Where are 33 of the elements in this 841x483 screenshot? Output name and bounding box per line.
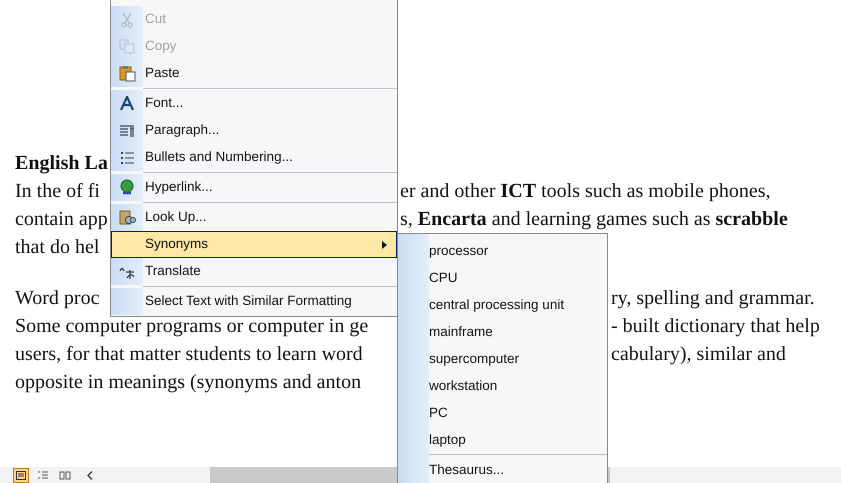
globe-link-icon	[118, 179, 136, 196]
scissors-icon	[120, 12, 134, 28]
menu-item[interactable]: workstation	[425, 376, 502, 396]
normal-view-icon[interactable]	[13, 468, 29, 482]
paragraph-icon	[119, 124, 135, 138]
menu-item[interactable]: laptop	[425, 430, 470, 450]
binoculars-book-icon	[118, 209, 136, 226]
clipboard-icon	[118, 65, 136, 82]
menu-item[interactable]: central processing unit	[425, 294, 568, 314]
copy-icon	[119, 39, 135, 54]
body-text: opposite in meanings (synonyms and anton	[15, 371, 362, 393]
body-text: users, for that matter students to learn word	[15, 343, 363, 365]
body-text: contain app	[15, 208, 108, 230]
body-text: - built dictionary that help	[611, 314, 820, 339]
menu-item[interactable]: supercomputer	[425, 348, 524, 368]
body-text: ry, spelling and grammar.	[611, 286, 815, 311]
body-text: cabulary), similar and	[611, 342, 786, 367]
menu-item[interactable]: mainframe	[425, 322, 497, 342]
menu-item[interactable]: Thesaurus...	[425, 460, 508, 480]
font-icon	[120, 96, 134, 111]
body-text: In the of fi	[15, 180, 100, 202]
body-text: that do hel	[15, 236, 100, 258]
scroll-left-icon[interactable]	[87, 470, 93, 480]
menu-item[interactable]: CPU	[425, 268, 462, 288]
menu-item[interactable]: Synonyms	[111, 231, 397, 258]
menu-item[interactable]: PC	[425, 402, 452, 422]
bulleted-list-icon	[120, 150, 134, 164]
menu-item[interactable]: processor	[425, 240, 492, 260]
body-text: s, Encarta and learning games such as scrabble	[400, 207, 788, 232]
document-heading: English La	[15, 152, 108, 174]
body-text: Word proc	[15, 287, 100, 309]
body-text: Some computer programs or computer in ge	[15, 315, 368, 337]
body-text: er and other ICT tools such as mobile phones,	[400, 179, 771, 204]
